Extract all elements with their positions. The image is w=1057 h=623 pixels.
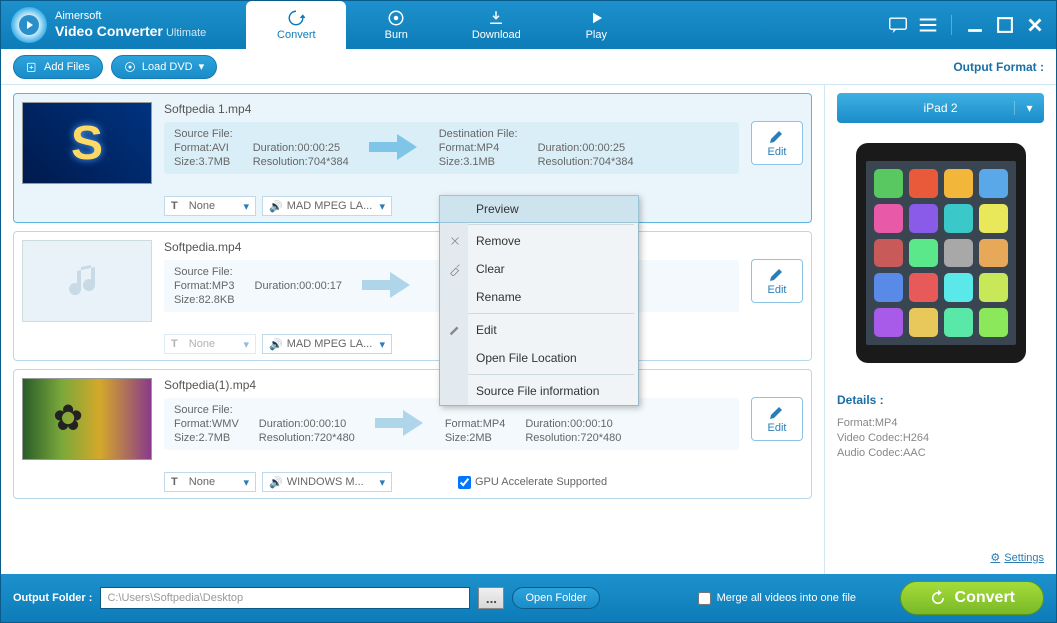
audio-select[interactable]: 🔊MAD MPEG LA...▾ [262,334,392,354]
detail-format: Format:MP4 [837,417,1044,429]
open-folder-button[interactable]: Open Folder [512,587,599,609]
pencil-icon [448,323,462,337]
subtitle-select[interactable]: T None▾ [164,472,256,492]
arrow-icon [375,408,425,441]
app-icon [944,239,973,268]
settings-link[interactable]: ⚙Settings [990,551,1044,564]
footer: Output Folder : ... Open Folder Merge al… [1,574,1056,622]
file-item[interactable]: Softpedia(1).mp4 Source File: Format:WMV… [13,369,812,499]
add-files-button[interactable]: Add Files [13,55,103,79]
arrow-icon [369,132,419,165]
chevron-down-icon: ▾ [199,60,205,73]
app-icon [874,273,903,302]
detail-acodec: Audio Codec:AAC [837,447,1044,459]
app-icon [944,308,973,337]
ctx-remove[interactable]: Remove [440,227,638,255]
app-icon [909,169,938,198]
browse-button[interactable]: ... [478,587,504,609]
app-icon [874,204,903,233]
details-title: Details : [837,393,1044,407]
broom-icon [448,262,462,276]
file-list: Softpedia 1.mp4 Source File: Format:AVI … [1,85,824,574]
app-icon [909,204,938,233]
ctx-source-info[interactable]: Source File information [440,377,638,405]
gear-icon: ⚙ [990,551,1000,564]
app-title: Aimersoft Video Converter Ultimate [55,10,206,40]
gpu-checkbox[interactable] [458,476,471,489]
close-button[interactable] [1024,16,1046,34]
tab-play[interactable]: Play [546,1,646,49]
load-dvd-button[interactable]: Load DVD ▾ [111,55,217,79]
app-icon [909,273,938,302]
output-folder-label: Output Folder : [13,592,92,604]
speaker-icon: 🔊 [269,476,283,489]
convert-button[interactable]: Convert [900,581,1044,615]
minimize-button[interactable] [964,16,986,34]
app-icon [979,273,1008,302]
speaker-icon: 🔊 [269,338,283,351]
subtitle-select[interactable]: T None▾ [164,334,256,354]
output-format-label: Output Format : [953,60,1044,74]
edit-button[interactable]: Edit [751,397,803,441]
file-name: Softpedia 1.mp4 [164,102,739,116]
speaker-icon: 🔊 [269,200,283,213]
context-menu: Preview Remove Clear Rename Edit Open Fi… [439,195,639,406]
app-logo [11,7,47,43]
audio-select[interactable]: 🔊WINDOWS M...▾ [262,472,392,492]
app-icon [944,204,973,233]
subtitle-select[interactable]: T None▾ [164,196,256,216]
maximize-button[interactable] [994,16,1016,34]
app-icon [909,239,938,268]
thumbnail [22,240,152,322]
app-icon [979,204,1008,233]
title-bar: Aimersoft Video Converter Ultimate Conve… [1,1,1056,49]
file-item[interactable]: Softpedia 1.mp4 Source File: Format:AVI … [13,93,812,223]
chevron-down-icon: ▾ [1014,101,1044,115]
app-icon [874,169,903,198]
menu-icon[interactable] [917,16,939,34]
app-icon [979,239,1008,268]
scissors-icon [448,234,462,248]
app-icon [979,308,1008,337]
ctx-preview[interactable]: Preview [439,195,639,223]
toolbar: Add Files Load DVD ▾ Output Format : [1,49,1056,85]
tab-burn[interactable]: Burn [346,1,446,49]
arrow-icon [362,270,412,303]
ctx-open-location[interactable]: Open File Location [440,344,638,372]
audio-select[interactable]: 🔊MAD MPEG LA...▾ [262,196,392,216]
ctx-clear[interactable]: Clear [440,255,638,283]
app-icon [874,239,903,268]
merge-checkbox[interactable] [698,592,711,605]
feedback-icon[interactable] [887,16,909,34]
app-icon [979,169,1008,198]
tab-download[interactable]: Download [446,1,546,49]
thumbnail [22,378,152,460]
ctx-edit[interactable]: Edit [440,316,638,344]
thumbnail [22,102,152,184]
detail-vcodec: Video Codec:H264 [837,432,1044,444]
device-preview [856,143,1026,363]
output-format-select[interactable]: iPad 2 ▾ [837,93,1044,123]
ctx-rename[interactable]: Rename [440,283,638,311]
app-icon [874,308,903,337]
edit-button[interactable]: Edit [751,259,803,303]
edit-button[interactable]: Edit [751,121,803,165]
app-icon [944,169,973,198]
output-folder-input[interactable] [100,587,470,609]
sidebar: iPad 2 ▾ Details : Format:MP4 Video Code… [824,85,1056,574]
app-icon [909,308,938,337]
app-icon [944,273,973,302]
tab-convert[interactable]: Convert [246,1,346,49]
file-item[interactable]: Softpedia.mp4 Source File: Format:MP3 Si… [13,231,812,361]
